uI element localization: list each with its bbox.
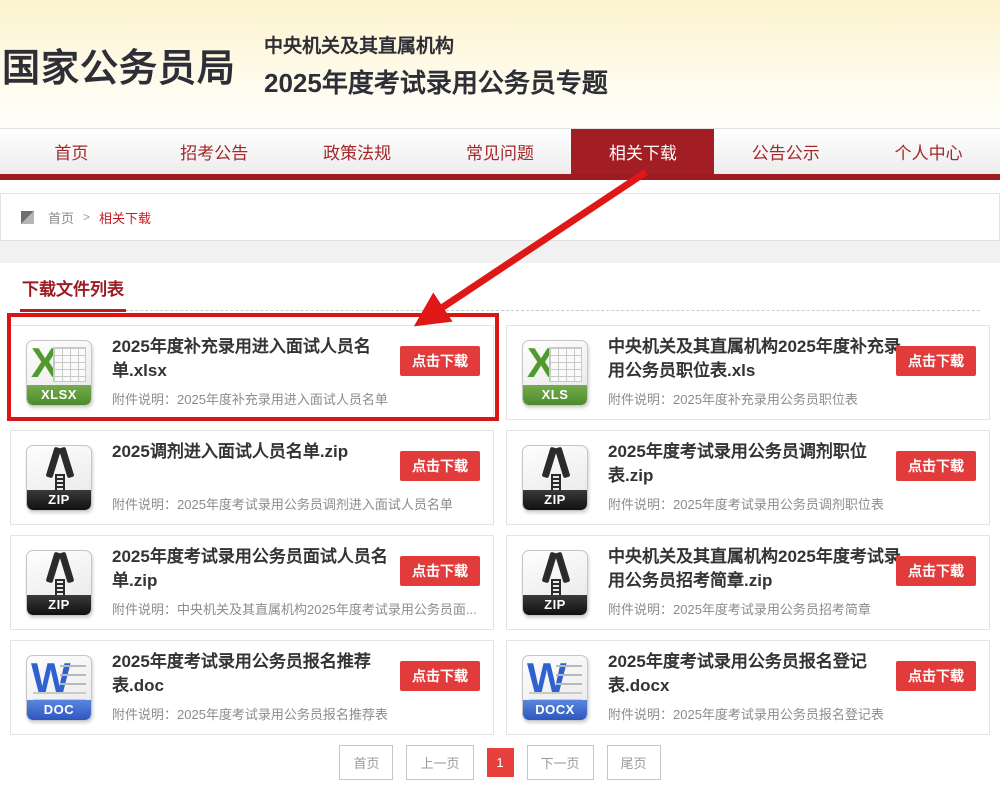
file-type-icon: ZIP bbox=[522, 550, 588, 616]
pagination-prev-button[interactable]: 上一页 bbox=[406, 745, 473, 780]
nav-item-1[interactable]: 招考公告 bbox=[143, 129, 286, 174]
breadcrumb-area: 首页 > 相关下载 bbox=[0, 180, 1000, 241]
pagination-last-button[interactable]: 尾页 bbox=[607, 745, 661, 780]
breadcrumb-separator: > bbox=[83, 210, 90, 224]
download-card: W DOCX 2025年度考试录用公务员报名登记表.docx 附件说明：2025… bbox=[506, 640, 990, 735]
file-extension-badge: ZIP bbox=[27, 490, 91, 510]
site-header: 国家公务员局 中央机关及其直属机构 2025年度考试录用公务员专题 bbox=[0, 0, 1000, 128]
breadcrumb-position-icon bbox=[21, 211, 34, 224]
breadcrumb-home-link[interactable]: 首页 bbox=[48, 208, 74, 227]
subtitle-topic: 2025年度考试录用公务员专题 bbox=[264, 63, 608, 100]
file-extension-badge: ZIP bbox=[523, 595, 587, 615]
nav-item-label: 政策法规 bbox=[323, 139, 391, 164]
pagination-first-button[interactable]: 首页 bbox=[339, 745, 393, 780]
file-type-icon: ZIP bbox=[26, 550, 92, 616]
nav-item-label: 相关下载 bbox=[609, 139, 677, 164]
file-description: 附件说明：2025年度补充录用进入面试人员名单 bbox=[112, 389, 479, 408]
nav-item-0[interactable]: 首页 bbox=[0, 129, 143, 174]
file-description: 附件说明：2025年度考试录用公务员报名推荐表 bbox=[112, 704, 479, 723]
nav-item-label: 首页 bbox=[54, 139, 88, 164]
download-grid: X XLSX 2025年度补充录用进入面试人员名单.xlsx 附件说明：2025… bbox=[10, 325, 990, 735]
file-name-link[interactable]: 2025年度考试录用公务员报名推荐表.doc bbox=[112, 650, 407, 698]
nav-item-label: 常见问题 bbox=[466, 139, 534, 164]
download-button[interactable]: 点击下载 bbox=[896, 346, 976, 376]
file-extension-badge: ZIP bbox=[27, 595, 91, 615]
file-description: 附件说明：2025年度考试录用公务员调剂进入面试人员名单 bbox=[112, 494, 479, 513]
file-name-link[interactable]: 2025年度补充录用进入面试人员名单.xlsx bbox=[112, 335, 407, 383]
spreadsheet-grid-pattern bbox=[549, 347, 582, 382]
file-description: 附件说明：中央机关及其直属机构2025年度考试录用公务员面... bbox=[112, 599, 479, 618]
download-card: X XLS 中央机关及其直属机构2025年度补充录用公务员职位表.xls 附件说… bbox=[506, 325, 990, 420]
download-button[interactable]: 点击下载 bbox=[400, 556, 480, 586]
file-extension-badge: XLS bbox=[523, 385, 587, 405]
file-name-link[interactable]: 2025调剂进入面试人员名单.zip bbox=[112, 440, 407, 464]
site-logo-text: 国家公务员局 bbox=[0, 37, 236, 92]
file-description: 附件说明：2025年度考试录用公务员调剂职位表 bbox=[608, 494, 975, 513]
document-lines-pattern bbox=[60, 665, 86, 693]
file-extension-badge: XLSX bbox=[27, 385, 91, 405]
nav-item-label: 招考公告 bbox=[180, 139, 248, 164]
file-extension-badge: DOC bbox=[27, 700, 91, 720]
download-card: ZIP 中央机关及其直属机构2025年度考试录用公务员招考简章.zip 附件说明… bbox=[506, 535, 990, 630]
site-subtitle-block: 中央机关及其直属机构 2025年度考试录用公务员专题 bbox=[264, 29, 608, 100]
file-name-link[interactable]: 2025年度考试录用公务员报名登记表.docx bbox=[608, 650, 903, 698]
breadcrumb: 首页 > 相关下载 bbox=[0, 193, 1000, 241]
download-button[interactable]: 点击下载 bbox=[400, 451, 480, 481]
download-button[interactable]: 点击下载 bbox=[896, 451, 976, 481]
nav-item-4[interactable]: 相关下载 bbox=[571, 129, 714, 174]
file-name-link[interactable]: 2025年度考试录用公务员调剂职位表.zip bbox=[608, 440, 903, 488]
file-name-link[interactable]: 2025年度考试录用公务员面试人员名单.zip bbox=[112, 545, 407, 593]
nav-item-label: 个人中心 bbox=[895, 139, 963, 164]
pagination: 首页 上一页 1 下一页 尾页 bbox=[10, 745, 990, 802]
download-button[interactable]: 点击下载 bbox=[896, 661, 976, 691]
file-name-link[interactable]: 中央机关及其直属机构2025年度考试录用公务员招考简章.zip bbox=[608, 545, 903, 593]
file-extension-badge: DOCX bbox=[523, 700, 587, 720]
spreadsheet-grid-pattern bbox=[53, 347, 86, 382]
file-type-icon: X XLS bbox=[522, 340, 588, 406]
file-description: 附件说明：2025年度补充录用公务员职位表 bbox=[608, 389, 975, 408]
download-card: W DOC 2025年度考试录用公务员报名推荐表.doc 附件说明：2025年度… bbox=[10, 640, 494, 735]
download-button[interactable]: 点击下载 bbox=[896, 556, 976, 586]
section-title: 下载文件列表 bbox=[20, 275, 126, 312]
main-nav: 首页 招考公告 政策法规 常见问题 相关下载 公告公示 个人中心 bbox=[0, 128, 1000, 174]
breadcrumb-current-link[interactable]: 相关下载 bbox=[99, 208, 151, 227]
nav-item-3[interactable]: 常见问题 bbox=[429, 129, 572, 174]
subtitle-org: 中央机关及其直属机构 bbox=[264, 31, 608, 58]
file-type-icon: W DOC bbox=[26, 655, 92, 721]
download-card: X XLSX 2025年度补充录用进入面试人员名单.xlsx 附件说明：2025… bbox=[10, 325, 494, 420]
file-type-icon: X XLSX bbox=[26, 340, 92, 406]
file-description: 附件说明：2025年度考试录用公务员报名登记表 bbox=[608, 704, 975, 723]
download-card: ZIP 2025年度考试录用公务员调剂职位表.zip 附件说明：2025年度考试… bbox=[506, 430, 990, 525]
page-number-current[interactable]: 1 bbox=[487, 748, 514, 777]
download-button[interactable]: 点击下载 bbox=[400, 661, 480, 691]
file-description: 附件说明：2025年度考试录用公务员招考简章 bbox=[608, 599, 975, 618]
nav-item-2[interactable]: 政策法规 bbox=[286, 129, 429, 174]
download-card: ZIP 2025调剂进入面试人员名单.zip 附件说明：2025年度考试录用公务… bbox=[10, 430, 494, 525]
nav-item-5[interactable]: 公告公示 bbox=[714, 129, 857, 174]
section-divider-strip bbox=[0, 241, 1000, 263]
download-card: ZIP 2025年度考试录用公务员面试人员名单.zip 附件说明：中央机关及其直… bbox=[10, 535, 494, 630]
download-list-section: 下载文件列表 X XLSX 2025年度补充录用进入面试人员名单.xlsx 附件… bbox=[0, 263, 1000, 802]
file-type-icon: ZIP bbox=[522, 445, 588, 511]
file-name-link[interactable]: 中央机关及其直属机构2025年度补充录用公务员职位表.xls bbox=[608, 335, 903, 383]
download-button[interactable]: 点击下载 bbox=[400, 346, 480, 376]
pagination-next-button[interactable]: 下一页 bbox=[527, 745, 594, 780]
section-title-bar: 下载文件列表 bbox=[20, 275, 980, 311]
nav-item-6[interactable]: 个人中心 bbox=[857, 129, 1000, 174]
file-type-icon: ZIP bbox=[26, 445, 92, 511]
document-lines-pattern bbox=[556, 665, 582, 693]
nav-item-label: 公告公示 bbox=[752, 139, 820, 164]
file-type-icon: W DOCX bbox=[522, 655, 588, 721]
file-extension-badge: ZIP bbox=[523, 490, 587, 510]
